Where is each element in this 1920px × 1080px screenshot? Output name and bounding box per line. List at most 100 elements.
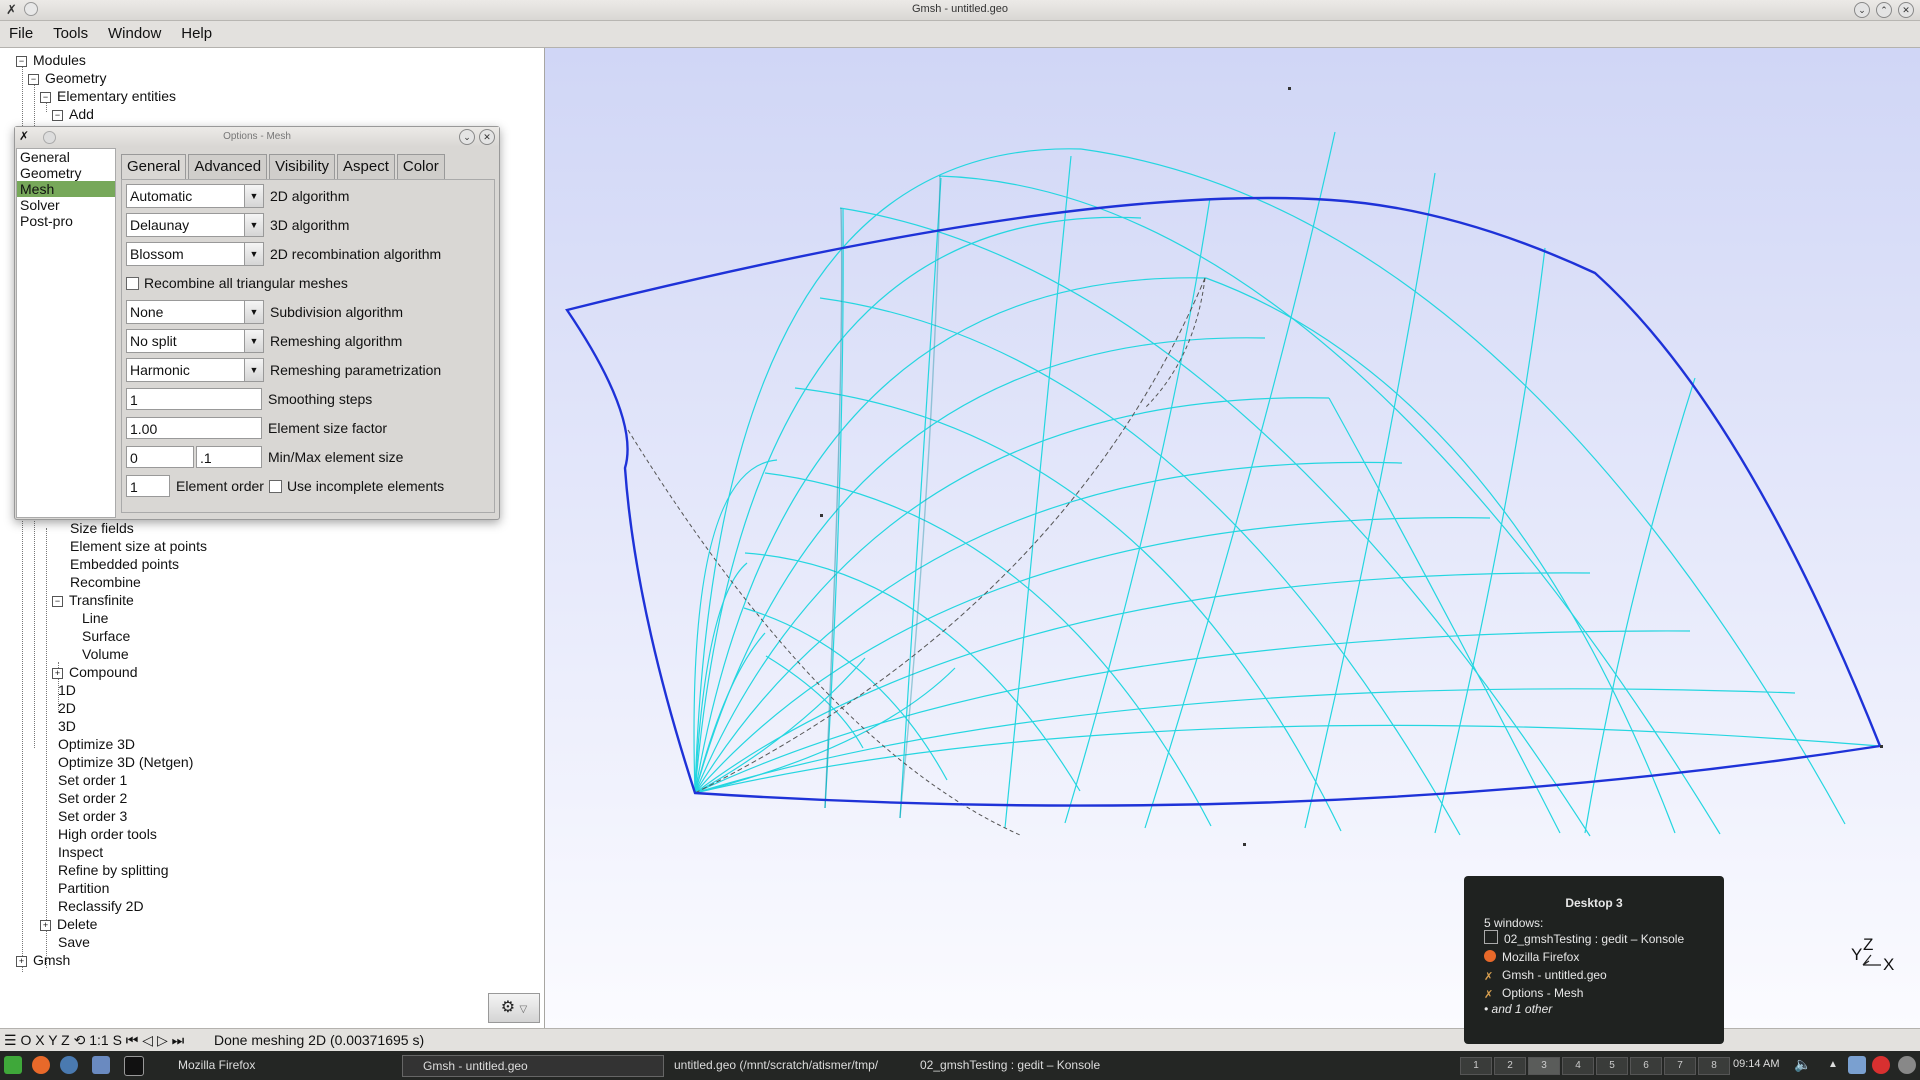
tree-item-volume[interactable]: Volume	[82, 646, 129, 662]
boundary-curve	[565, 196, 1882, 807]
min-element-size-input[interactable]: 0	[126, 446, 194, 468]
parametrization-select[interactable]: Harmonic ▼	[126, 358, 264, 382]
tree-item-size-fields[interactable]: Size fields	[70, 520, 134, 536]
tree-item-refine-by-splitting[interactable]: Refine by splitting	[58, 862, 169, 878]
category-post-pro[interactable]: Post-pro	[17, 213, 115, 229]
tree-item-3d[interactable]: 3D	[58, 718, 76, 734]
minimize-button[interactable]: ⌄	[1854, 2, 1870, 18]
tree-item-high-order-tools[interactable]: High order tools	[58, 826, 157, 842]
alg3d-select[interactable]: Delaunay ▼	[126, 213, 264, 237]
start-menu-icon[interactable]	[4, 1056, 22, 1074]
network-icon[interactable]	[1848, 1056, 1866, 1074]
tab-visibility[interactable]: Visibility	[269, 154, 335, 179]
subdivision-select[interactable]: None ▼	[126, 300, 264, 324]
tree-node-compound[interactable]: + Compound	[52, 664, 138, 680]
remeshing-select[interactable]: No split ▼	[126, 329, 264, 353]
collapse-icon[interactable]: −	[16, 56, 27, 67]
task-firefox[interactable]: Mozilla Firefox	[158, 1055, 398, 1075]
maximize-button[interactable]: ⌃	[1876, 2, 1892, 18]
gear-menu-button[interactable]: ⚙ ▽	[488, 993, 540, 1023]
tree-node-delete[interactable]: + Delete	[40, 916, 97, 932]
tree-item-partition[interactable]: Partition	[58, 880, 109, 896]
view-controls[interactable]: ☰ O X Y Z ⟲ 1:1 S ⏮ ◁ ▷ ⏭	[4, 1032, 184, 1049]
tree-node-elementary[interactable]: − Elementary entities	[40, 88, 176, 104]
dialog-minimize-button[interactable]: ⌄	[459, 129, 475, 145]
tray-expand-icon[interactable]: ▲	[1824, 1056, 1842, 1074]
tab-advanced[interactable]: Advanced	[188, 154, 268, 179]
desktop-popup: Desktop 3 5 windows: 02_gmshTesting : ge…	[1464, 876, 1724, 1044]
pager-desktop-7[interactable]: 7	[1664, 1057, 1696, 1075]
tab-aspect[interactable]: Aspect	[337, 154, 395, 179]
incomplete-elements-checkbox[interactable]	[268, 479, 282, 493]
pager-desktop-2[interactable]: 2	[1494, 1057, 1526, 1075]
menu-window[interactable]: Window	[99, 21, 168, 42]
tree-item-set-order-2[interactable]: Set order 2	[58, 790, 127, 806]
tree-item-embedded-points[interactable]: Embedded points	[70, 556, 179, 572]
tree-node-geometry[interactable]: − Geometry	[28, 70, 106, 86]
menu-file[interactable]: File	[0, 21, 40, 42]
tree-item-optimize-3d-netgen[interactable]: Optimize 3D (Netgen)	[58, 754, 193, 770]
power-icon[interactable]	[1872, 1056, 1890, 1074]
dialog-close-button[interactable]: ✕	[479, 129, 495, 145]
tree-item-inspect[interactable]: Inspect	[58, 844, 103, 860]
tree-item-set-order-1[interactable]: Set order 1	[58, 772, 127, 788]
smoothing-steps-input[interactable]: 1	[126, 388, 262, 410]
collapse-icon[interactable]: −	[52, 110, 63, 121]
category-geometry[interactable]: Geometry	[17, 165, 115, 181]
task-gedit[interactable]: untitled.geo (/mnt/scratch/atismer/tmp/	[654, 1055, 900, 1075]
tree-item-line[interactable]: Line	[82, 610, 108, 626]
pager-desktop-5[interactable]: 5	[1596, 1057, 1628, 1075]
collapse-icon[interactable]: −	[28, 74, 39, 85]
collapse-icon[interactable]: −	[52, 596, 63, 607]
recombination-select[interactable]: Blossom ▼	[126, 242, 264, 266]
tab-general[interactable]: General	[121, 154, 187, 179]
pager-desktop-3[interactable]: 3	[1528, 1057, 1560, 1075]
pager-desktop-4[interactable]: 4	[1562, 1057, 1594, 1075]
session-icon[interactable]	[1898, 1056, 1916, 1074]
expand-icon[interactable]: +	[16, 956, 27, 967]
tree-item-1d[interactable]: 1D	[58, 682, 76, 698]
element-size-factor-input[interactable]: 1.00	[126, 417, 262, 439]
tab-color[interactable]: Color	[396, 154, 445, 179]
tree-item-save[interactable]: Save	[58, 934, 90, 950]
terminal-launcher-icon[interactable]	[124, 1056, 144, 1076]
max-element-size-input[interactable]: .1	[196, 446, 262, 468]
tree-item-recombine[interactable]: Recombine	[70, 574, 141, 590]
element-order-input[interactable]: 1	[126, 475, 170, 497]
pin-icon[interactable]	[43, 131, 56, 144]
tree-item-surface[interactable]: Surface	[82, 628, 130, 644]
tree-item-2d[interactable]: 2D	[58, 700, 76, 716]
category-general[interactable]: General	[17, 149, 115, 165]
tree-item-optimize-3d[interactable]: Optimize 3D	[58, 736, 135, 752]
menu-help[interactable]: Help	[172, 21, 219, 42]
tree-node-add[interactable]: − Add	[52, 106, 94, 122]
menu-tools[interactable]: Tools	[44, 21, 95, 42]
tree-node-transfinite[interactable]: − Transfinite	[52, 592, 134, 608]
desktop-popup-item: ✗ Gmsh - untitled.geo	[1484, 968, 1607, 983]
pager-desktop-1[interactable]: 1	[1460, 1057, 1492, 1075]
tree-item-set-order-3[interactable]: Set order 3	[58, 808, 127, 824]
tree-item-reclassify-2d[interactable]: Reclassify 2D	[58, 898, 144, 914]
taskbar: Mozilla Firefox Gmsh - untitled.geo unti…	[0, 1051, 1920, 1080]
category-mesh[interactable]: Mesh	[17, 181, 115, 197]
smoothing-steps-label: Smoothing steps	[268, 391, 373, 407]
firefox-icon	[1484, 950, 1496, 962]
category-solver[interactable]: Solver	[17, 197, 115, 213]
tree-node-gmsh[interactable]: + Gmsh	[16, 952, 70, 968]
pager-desktop-6[interactable]: 6	[1630, 1057, 1662, 1075]
recombine-all-checkbox[interactable]	[126, 276, 139, 290]
close-button[interactable]: ✕	[1898, 2, 1914, 18]
expand-icon[interactable]: +	[52, 668, 63, 679]
tree-node-modules[interactable]: − Modules	[16, 52, 86, 68]
task-gmsh[interactable]: Gmsh - untitled.geo	[402, 1055, 664, 1077]
firefox-launcher-icon[interactable]	[32, 1056, 50, 1074]
collapse-icon[interactable]: −	[40, 92, 51, 103]
volume-icon[interactable]: 🔈	[1794, 1056, 1812, 1074]
file-manager-icon[interactable]	[92, 1056, 110, 1074]
alg2d-select[interactable]: Automatic ▼	[126, 184, 264, 208]
expand-icon[interactable]: +	[40, 920, 51, 931]
tree-item-element-size-at-points[interactable]: Element size at points	[70, 538, 207, 554]
task-konsole[interactable]: 02_gmshTesting : gedit – Konsole	[900, 1055, 1160, 1075]
pager-desktop-8[interactable]: 8	[1698, 1057, 1730, 1075]
browser-launcher-icon[interactable]	[60, 1056, 78, 1074]
